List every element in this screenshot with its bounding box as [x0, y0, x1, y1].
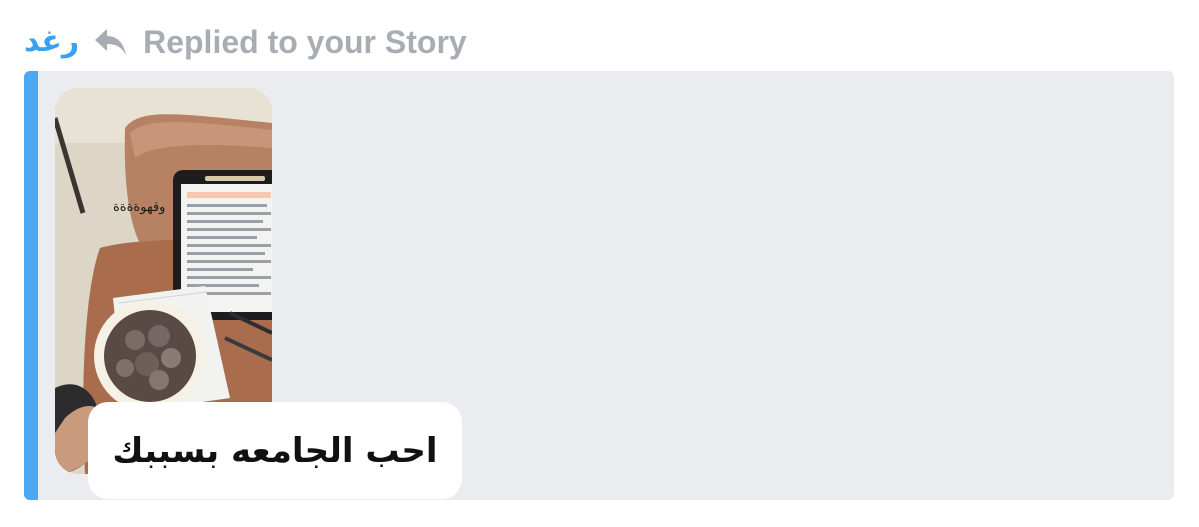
quote-accent-bar — [24, 71, 38, 500]
reply-arrow-icon — [93, 26, 129, 58]
replied-to-story-label: Replied to your Story — [143, 24, 467, 60]
reply-header: رغد Replied to your Story — [24, 16, 467, 68]
story-overlay-text: وقهوةةةة — [113, 200, 166, 215]
reply-message-bubble[interactable]: احب الجامعه بسببك — [88, 402, 462, 499]
reply-message-text: احب الجامعه بسببك — [112, 430, 438, 471]
sender-name[interactable]: رغد — [24, 27, 79, 57]
story-quote-container[interactable]: وقهوةةةة احب الجامعه بسببك — [24, 71, 1174, 500]
